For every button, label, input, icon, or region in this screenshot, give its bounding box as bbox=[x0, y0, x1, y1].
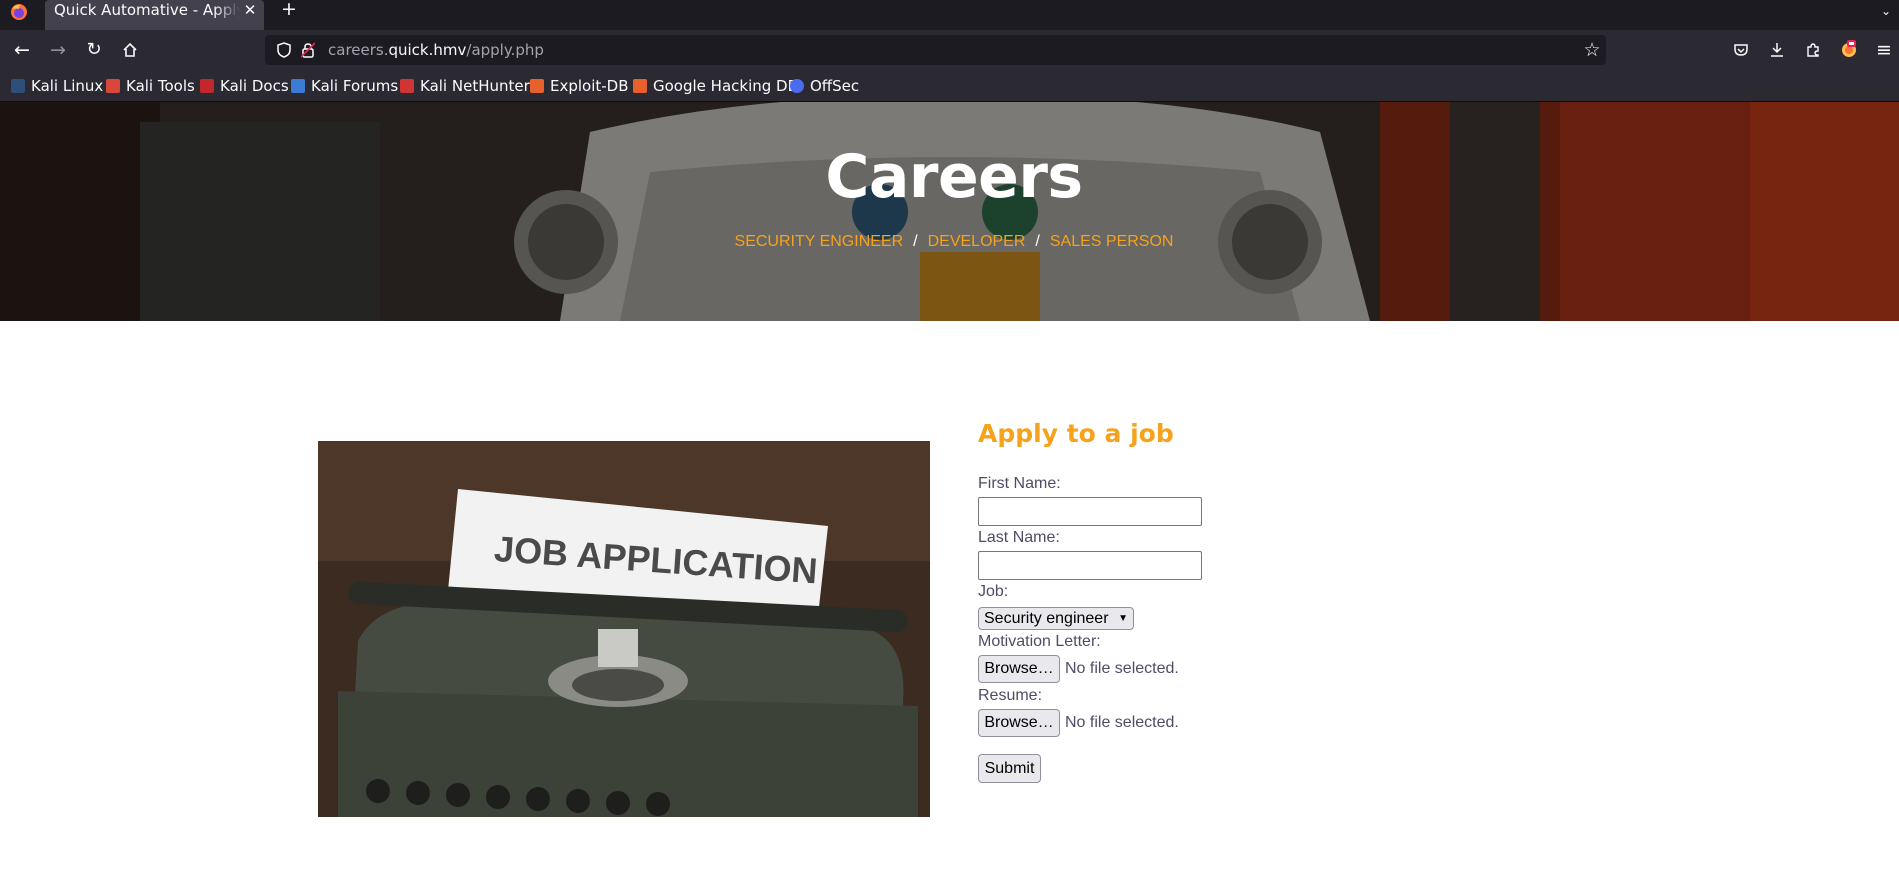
url-host-prefix: careers. bbox=[328, 41, 389, 59]
tracking-protection-shield-icon[interactable] bbox=[276, 42, 292, 58]
breadcrumb-separator: / bbox=[913, 233, 918, 250]
form-title: Apply to a job bbox=[978, 419, 1174, 448]
motivation-browse-button[interactable]: Browse… bbox=[978, 655, 1060, 683]
bookmarks-toolbar: Kali Linux Kali Tools Kali Docs Kali For… bbox=[0, 70, 1899, 102]
kali-docs-icon bbox=[200, 79, 214, 93]
page-title: Careers bbox=[825, 142, 1083, 212]
address-bar[interactable]: careers.quick.hmv/apply.php ☆ bbox=[265, 35, 1606, 65]
hamburger-menu-icon[interactable]: ≡ bbox=[1870, 36, 1898, 64]
pocket-icon[interactable] bbox=[1727, 36, 1755, 64]
kali-tools-icon bbox=[106, 79, 120, 93]
first-name-label: First Name: bbox=[978, 475, 1061, 492]
resume-browse-button[interactable]: Browse… bbox=[978, 709, 1060, 737]
motivation-letter-label: Motivation Letter: bbox=[978, 633, 1101, 650]
tab-list-chevron-icon[interactable]: ⌄ bbox=[1876, 2, 1896, 20]
hero-banner: Careers SECURITY ENGINEER / DEVELOPER / SALE… bbox=[0, 102, 1899, 321]
link-sales-person[interactable]: SALES PERSON bbox=[1050, 233, 1174, 250]
job-application-photo: JOB APPLICATION bbox=[318, 441, 930, 817]
bookmark-label: Kali Docs bbox=[220, 77, 289, 95]
reload-icon[interactable]: ↻ bbox=[80, 36, 108, 64]
last-name-label: Last Name: bbox=[978, 529, 1060, 546]
forward-arrow-icon[interactable]: → bbox=[44, 36, 72, 64]
account-avatar-icon[interactable] bbox=[1835, 36, 1863, 64]
bookmark-label: Kali Forums bbox=[311, 77, 399, 95]
resume-file-status: No file selected. bbox=[1065, 714, 1179, 731]
kali-dragon-icon bbox=[11, 79, 25, 93]
link-security-engineer[interactable]: SECURITY ENGINEER bbox=[735, 233, 904, 250]
url-path: /apply.php bbox=[466, 41, 544, 59]
bookmark-label: Exploit-DB bbox=[550, 77, 629, 95]
tab-close-icon[interactable]: ✕ bbox=[242, 1, 258, 19]
bookmark-label: Kali Linux bbox=[31, 77, 104, 95]
exploit-db-icon bbox=[530, 79, 544, 93]
careers-breadcrumb: SECURITY ENGINEER / DEVELOPER / SALES PERSON bbox=[0, 233, 1899, 251]
job-select[interactable]: Security engineer ▼ bbox=[978, 607, 1134, 630]
motivation-file-status: No file selected. bbox=[1065, 660, 1179, 677]
navigation-toolbar: ← → ↻ careers.quick.hmv/apply.php ☆ ≡ bbox=[0, 30, 1899, 70]
last-name-field[interactable] bbox=[978, 551, 1202, 580]
breadcrumb-separator: / bbox=[1035, 233, 1040, 250]
url-text[interactable]: careers.quick.hmv/apply.php bbox=[328, 35, 544, 65]
lock-icon[interactable] bbox=[301, 42, 315, 58]
job-select-value: Security engineer bbox=[984, 610, 1109, 627]
submit-button[interactable]: Submit bbox=[978, 754, 1041, 783]
bookmark-label: OffSec bbox=[810, 77, 860, 95]
firefox-logo-icon[interactable] bbox=[9, 2, 29, 22]
bookmark-star-icon[interactable]: ☆ bbox=[1581, 39, 1603, 61]
active-tab[interactable]: Quick Automative - Apply to a job ✕ bbox=[45, 0, 264, 30]
extensions-puzzle-icon[interactable] bbox=[1799, 36, 1827, 64]
page-content: Careers SECURITY ENGINEER / DEVELOPER / SALE… bbox=[0, 102, 1899, 880]
link-developer[interactable]: DEVELOPER bbox=[928, 233, 1026, 250]
tab-title: Quick Automative - Apply to a job bbox=[54, 0, 240, 30]
back-arrow-icon[interactable]: ← bbox=[8, 36, 36, 64]
chevron-down-icon: ▼ bbox=[1118, 613, 1128, 624]
tab-strip: Quick Automative - Apply to a job ✕ + ⌄ bbox=[0, 0, 1899, 30]
resume-label: Resume: bbox=[978, 687, 1043, 704]
first-name-field[interactable] bbox=[978, 497, 1202, 526]
bookmark-label: Google Hacking DB bbox=[653, 77, 798, 95]
url-host: quick.hmv bbox=[388, 41, 467, 59]
downloads-icon[interactable] bbox=[1763, 36, 1791, 64]
bookmark-label: Kali Tools bbox=[126, 77, 195, 95]
job-label: Job: bbox=[978, 583, 1009, 600]
kali-nethunter-icon bbox=[400, 79, 414, 93]
bookmark-label: Kali NetHunter bbox=[420, 77, 530, 95]
kali-forums-icon bbox=[291, 79, 305, 93]
new-tab-plus-icon[interactable]: + bbox=[281, 0, 297, 19]
ghdb-icon bbox=[633, 79, 647, 93]
offsec-icon bbox=[790, 79, 804, 93]
home-icon[interactable] bbox=[116, 36, 144, 64]
